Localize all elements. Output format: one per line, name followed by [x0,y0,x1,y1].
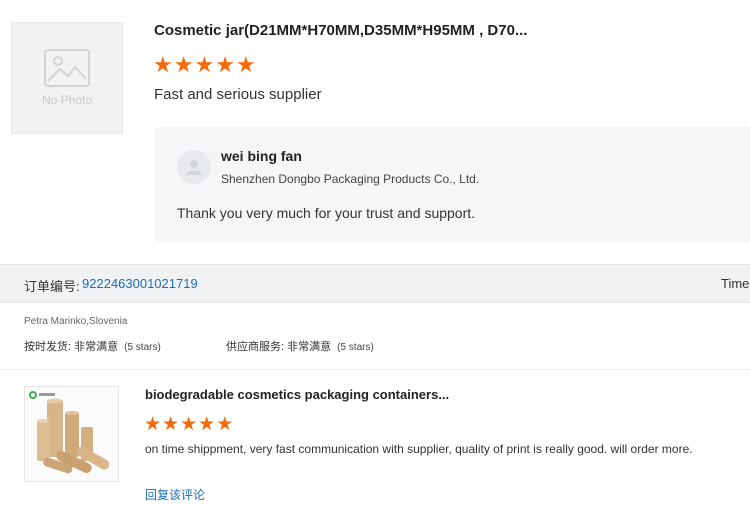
supplier-avatar-icon [177,150,211,184]
review-text: on time shippment, very fast communicati… [145,442,693,456]
star-icon: ★ [198,414,216,435]
rating-stars: ★ ★ ★ ★ ★ [153,54,256,76]
star-icon: ★ [235,52,256,77]
rating-label: 供应商服务: 非常满意 [226,341,332,353]
packaging-tubes-image [29,391,110,474]
divider [0,369,750,370]
buyer-name-country: Petra Marinko,Slovenia [24,316,128,327]
star-icon: ★ [153,52,173,77]
product-image[interactable] [24,386,119,482]
order-number-label: 订单编号: [24,279,80,294]
product-title[interactable]: biodegradable cosmetics packaging contai… [145,387,449,402]
rating-supplier-service: 供应商服务: 非常满意 (5 stars) [226,338,374,354]
order-number-link[interactable]: 9222463001021719 [82,276,198,291]
supplier-reply-text: Thank you very much for your trust and s… [177,205,476,221]
star-icon: ★ [144,414,162,435]
star-icon: ★ [216,414,234,435]
product-image-placeholder[interactable]: No Photo [11,22,123,134]
rating-note: (5 stars) [124,342,161,353]
rating-ontime-delivery: 按时发货: 非常满意 (5 stars) [24,338,161,354]
avatar-icon [186,160,202,175]
no-photo-label: No Photo [41,93,93,107]
rating-note: (5 stars) [337,342,374,353]
rating-stars: ★ ★ ★ ★ ★ [144,415,233,434]
supplier-company-name: Shenzhen Dongbo Packaging Products Co., … [221,172,480,186]
star-icon: ★ [180,414,198,435]
star-icon: ★ [162,414,180,435]
rating-label: 按时发货: 非常满意 [24,341,119,353]
supplier-reply-name: wei bing fan [221,148,302,164]
time-column-label: Time [721,276,750,291]
image-placeholder-icon [44,49,90,87]
reply-to-review-link[interactable]: 回复该评论 [145,486,205,503]
star-icon: ★ [194,52,215,77]
star-icon: ★ [215,52,235,77]
product-title[interactable]: Cosmetic jar(D21MM*H70MM,D35MM*H95MM , D… [154,22,527,39]
star-icon: ★ [173,52,194,77]
review-text: Fast and serious supplier [154,86,322,103]
